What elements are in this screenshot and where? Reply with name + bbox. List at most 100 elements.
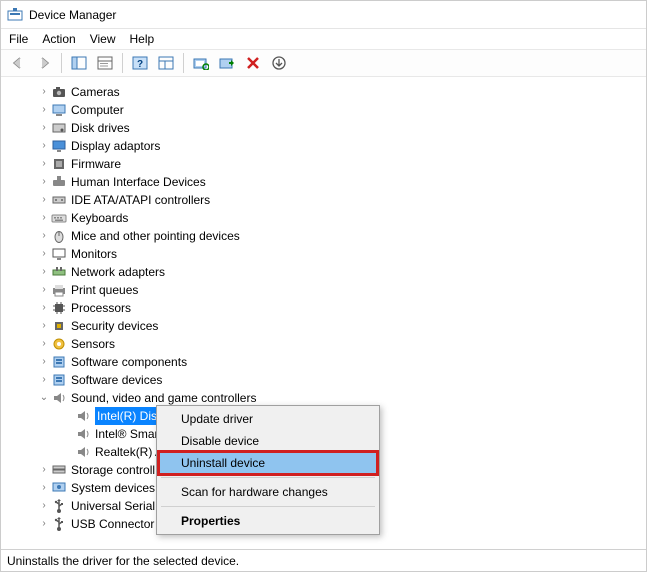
menu-help[interactable]: Help xyxy=(130,32,155,46)
tree-node-item-3[interactable]: › Display adaptors xyxy=(13,137,646,155)
status-bar: Uninstalls the driver for the selected d… xyxy=(1,549,646,571)
back-button[interactable] xyxy=(7,52,29,74)
tree-node-label: Cameras xyxy=(71,83,120,101)
expander-icon[interactable]: › xyxy=(37,335,51,353)
network-icon xyxy=(51,264,67,280)
expander-icon[interactable]: › xyxy=(37,479,51,497)
sound-icon xyxy=(75,426,91,442)
expander-icon[interactable]: › xyxy=(37,461,51,479)
properties-button[interactable] xyxy=(94,52,116,74)
security-icon xyxy=(51,318,67,334)
tree-node-item-2[interactable]: › Disk drives xyxy=(13,119,646,137)
tree-node-label: System devices xyxy=(71,479,155,497)
tree-node-item-10[interactable]: › Network adapters xyxy=(13,263,646,281)
disk-icon xyxy=(51,120,67,136)
tree-node-label: Print queues xyxy=(71,281,138,299)
expander-icon[interactable]: › xyxy=(37,281,51,299)
expander-icon[interactable]: › xyxy=(37,299,51,317)
expander-icon[interactable]: › xyxy=(37,119,51,137)
update-driver-button[interactable] xyxy=(216,52,238,74)
show-hide-console-tree-button[interactable] xyxy=(68,52,90,74)
expander-icon[interactable]: › xyxy=(37,173,51,191)
expander-icon[interactable]: › xyxy=(37,191,51,209)
expander-icon[interactable]: › xyxy=(37,137,51,155)
tree-node-label: Software devices xyxy=(71,371,162,389)
printer-icon xyxy=(51,282,67,298)
hid-icon xyxy=(51,174,67,190)
details-button[interactable] xyxy=(155,52,177,74)
mouse-icon xyxy=(51,228,67,244)
camera-icon xyxy=(51,84,67,100)
tree-node-item-15[interactable]: › Software components xyxy=(13,353,646,371)
expander-icon[interactable]: › xyxy=(37,227,51,245)
title-bar: Device Manager xyxy=(1,1,646,29)
tree-node-item-5[interactable]: › Human Interface Devices xyxy=(13,173,646,191)
tree-node-label: Storage controll xyxy=(71,461,155,479)
storage-icon xyxy=(51,462,67,478)
tree-node-item-12[interactable]: › Processors xyxy=(13,299,646,317)
tree-node-label: Firmware xyxy=(71,155,121,173)
forward-button[interactable] xyxy=(33,52,55,74)
expander-icon[interactable]: ⌄ xyxy=(37,389,51,407)
tree-node-label: Human Interface Devices xyxy=(71,173,206,191)
tree-node-item-16[interactable]: › Software devices xyxy=(13,371,646,389)
tree-node-label: Universal Serial xyxy=(71,497,155,515)
context-menu-separator xyxy=(161,506,375,507)
tree-node-item-14[interactable]: › Sensors xyxy=(13,335,646,353)
usb-icon xyxy=(51,516,67,532)
context-menu: Update driver Disable device Uninstall d… xyxy=(156,405,380,535)
enable-device-button[interactable] xyxy=(268,52,290,74)
expander-icon[interactable]: › xyxy=(37,83,51,101)
tree-node-item-1[interactable]: › Computer xyxy=(13,101,646,119)
tree-node-item-4[interactable]: › Firmware xyxy=(13,155,646,173)
tree-node-label: Software components xyxy=(71,353,187,371)
scan-hardware-button[interactable] xyxy=(190,52,212,74)
tree-node-label: Network adapters xyxy=(71,263,165,281)
processor-icon xyxy=(51,300,67,316)
tree-node-label: Processors xyxy=(71,299,131,317)
tree-node-item-0[interactable]: › Cameras xyxy=(13,83,646,101)
expander-icon[interactable]: › xyxy=(37,317,51,335)
expander-icon[interactable]: › xyxy=(37,101,51,119)
usb-icon xyxy=(51,498,67,514)
sensor-icon xyxy=(51,336,67,352)
expander-icon[interactable]: › xyxy=(37,353,51,371)
tree-node-label: IDE ATA/ATAPI controllers xyxy=(71,191,210,209)
software-icon xyxy=(51,354,67,370)
context-menu-uninstall-device[interactable]: Uninstall device xyxy=(159,452,377,474)
display-icon xyxy=(51,138,67,154)
help-button[interactable]: ? xyxy=(129,52,151,74)
menu-view[interactable]: View xyxy=(90,32,116,46)
context-menu-scan-hardware[interactable]: Scan for hardware changes xyxy=(159,481,377,503)
tree-node-item-11[interactable]: › Print queues xyxy=(13,281,646,299)
tree-node-label: Mice and other pointing devices xyxy=(71,227,240,245)
tree-node-item-9[interactable]: › Monitors xyxy=(13,245,646,263)
expander-icon[interactable]: › xyxy=(37,497,51,515)
tree-node-label: Monitors xyxy=(71,245,117,263)
ide-icon xyxy=(51,192,67,208)
menu-action[interactable]: Action xyxy=(42,32,75,46)
expander-icon[interactable]: › xyxy=(37,371,51,389)
menu-file[interactable]: File xyxy=(9,32,28,46)
context-menu-properties[interactable]: Properties xyxy=(159,510,377,532)
tree-node-label: USB Connector xyxy=(71,515,154,533)
sound-icon xyxy=(51,390,67,406)
toolbar-separator xyxy=(61,53,62,73)
tree-node-label: Sensors xyxy=(71,335,115,353)
context-menu-disable-device[interactable]: Disable device xyxy=(159,430,377,452)
software-icon xyxy=(51,372,67,388)
tree-node-item-13[interactable]: › Security devices xyxy=(13,317,646,335)
expander-icon[interactable]: › xyxy=(37,155,51,173)
uninstall-button[interactable] xyxy=(242,52,264,74)
expander-icon[interactable]: › xyxy=(37,515,51,533)
toolbar-separator xyxy=(183,53,184,73)
expander-icon[interactable]: › xyxy=(37,263,51,281)
tree-node-label: Display adaptors xyxy=(71,137,160,155)
context-menu-update-driver[interactable]: Update driver xyxy=(159,408,377,430)
tree-node-item-8[interactable]: › Mice and other pointing devices xyxy=(13,227,646,245)
expander-icon[interactable]: › xyxy=(37,245,51,263)
tree-node-item-6[interactable]: › IDE ATA/ATAPI controllers xyxy=(13,191,646,209)
expander-icon[interactable]: › xyxy=(37,209,51,227)
tree-node-item-7[interactable]: › Keyboards xyxy=(13,209,646,227)
context-menu-separator xyxy=(161,477,375,478)
